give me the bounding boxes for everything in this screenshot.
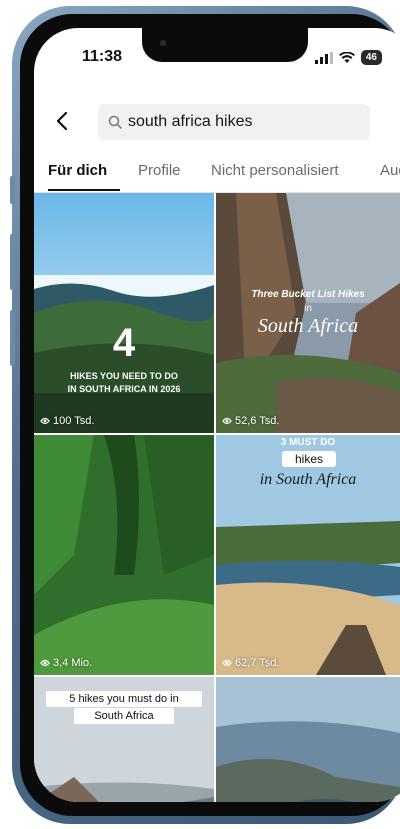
tile-caption: South Africa	[74, 708, 174, 724]
tab-audio[interactable]: Aud	[380, 162, 400, 179]
notch	[142, 28, 308, 62]
search-input[interactable]	[128, 113, 348, 131]
wifi-icon	[338, 51, 355, 63]
search-header	[34, 98, 400, 146]
search-tabs: Für dich Profile Nicht personalisiert Au…	[34, 156, 400, 193]
result-tile[interactable]: 4 HIKES YOU NEED TO DO IN SOUTH AFRICA I…	[34, 193, 214, 433]
view-count: 62,7 Tsd.	[222, 657, 279, 669]
view-count-label: 100 Tsd.	[53, 415, 95, 427]
tile-caption: HIKES YOU NEED TO DO	[70, 371, 178, 381]
view-count: 3,4 Mio.	[40, 657, 92, 669]
tile-caption: 5 hikes you must do in	[46, 691, 202, 707]
status-time: 11:38	[82, 48, 123, 65]
tile-caption: South Africa	[257, 315, 359, 337]
phone-bezel: 11:38 46 south africa hikes Für dich Pro…	[20, 14, 400, 816]
result-tile[interactable]	[216, 677, 400, 802]
tile-caption: hikes	[282, 451, 336, 467]
view-count: 52,6 Tsd.	[222, 415, 279, 427]
play-icon	[222, 659, 232, 667]
tab-nicht-personalisiert[interactable]: Nicht personalisiert	[211, 162, 339, 179]
view-count-label: 62,7 Tsd.	[235, 657, 280, 669]
results-grid: 4 HIKES YOU NEED TO DO IN SOUTH AFRICA I…	[34, 193, 400, 802]
back-arrow-icon[interactable]	[52, 110, 74, 132]
play-icon	[40, 417, 50, 425]
view-count-label: 3,4 Mio.	[53, 657, 93, 669]
result-tile[interactable]: 5 hikes you must do in South Africa	[34, 677, 214, 802]
silent-switch	[10, 176, 15, 204]
search-bar[interactable]	[98, 104, 370, 140]
tile-big-number: 4	[112, 321, 136, 365]
result-tile[interactable]: Three Bucket List Hikes in South Africa …	[216, 193, 400, 433]
result-thumbnail	[34, 435, 214, 675]
tile-caption: 3 MUST DO	[280, 437, 336, 448]
play-icon	[222, 417, 232, 425]
result-thumbnail	[216, 677, 400, 802]
result-tile[interactable]: 3 MUST DO hikes in South Africa 62,7 Tsd…	[216, 435, 400, 675]
signal-icon	[314, 51, 333, 64]
volume-down-button	[10, 310, 15, 366]
search-icon	[108, 115, 122, 129]
view-count: 100 Tsd.	[40, 415, 94, 427]
active-tab-indicator	[48, 189, 120, 191]
tile-caption: in South Africa	[259, 471, 357, 488]
tab-fuer-dich[interactable]: Für dich	[48, 162, 107, 179]
play-icon	[40, 659, 50, 667]
view-count-label: 52,6 Tsd.	[235, 415, 280, 427]
front-camera	[160, 40, 166, 46]
tile-caption: IN SOUTH AFRICA IN 2026	[67, 384, 181, 394]
tile-caption: Three Bucket List Hikes	[251, 289, 365, 300]
result-thumbnail	[34, 193, 214, 433]
status-icons: 46	[314, 50, 382, 65]
tile-caption: in	[304, 303, 312, 314]
volume-up-button	[10, 234, 15, 290]
phone-frame: 11:38 46 south africa hikes Für dich Pro…	[10, 6, 400, 824]
phone-screen: 11:38 46 south africa hikes Für dich Pro…	[34, 28, 400, 802]
result-tile[interactable]: 3,4 Mio.	[34, 435, 214, 675]
tab-profile[interactable]: Profile	[138, 162, 181, 179]
battery-indicator: 46	[360, 50, 382, 65]
